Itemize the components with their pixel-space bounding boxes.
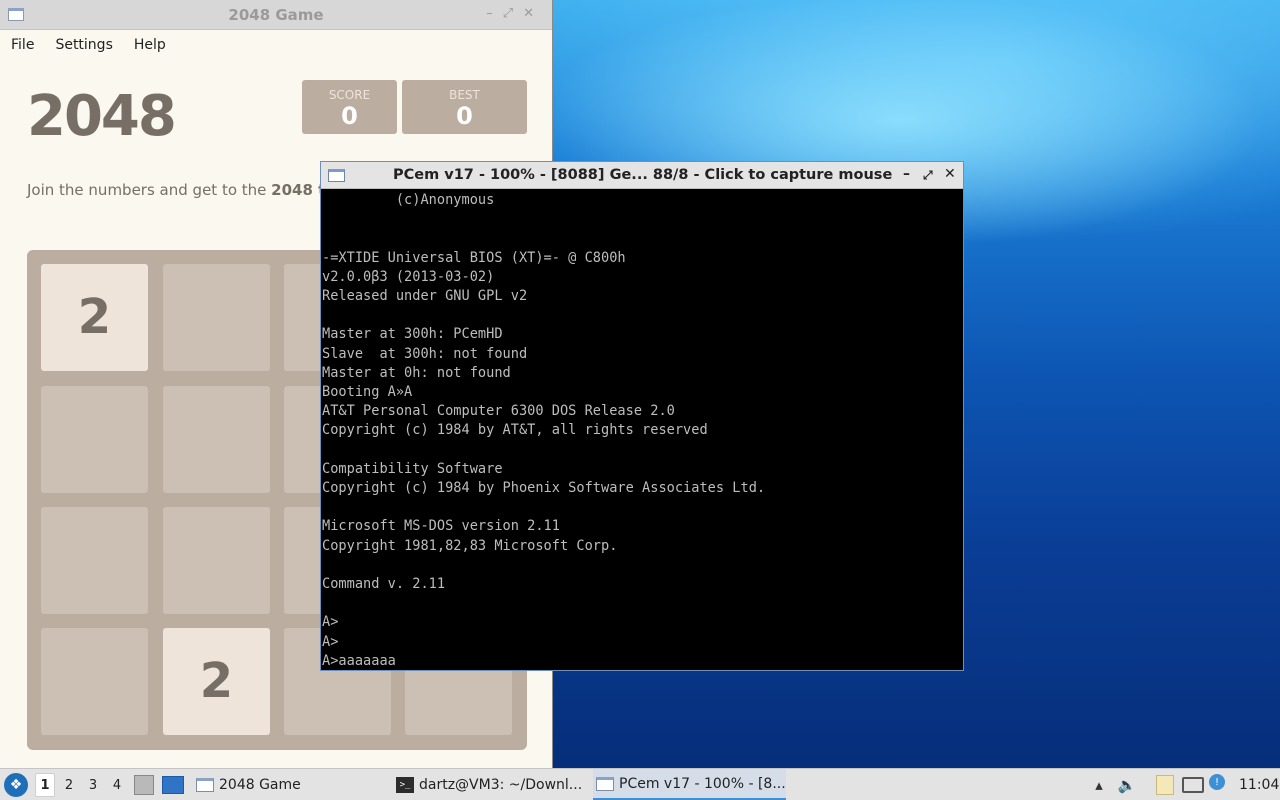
task-2048-game[interactable]: 2048 Game xyxy=(194,769,384,800)
tile-value: 2 xyxy=(199,653,234,709)
board-cell xyxy=(41,507,148,614)
pcem-window-title: PCem v17 - 100% - [8088] Ge... 88/8 - Cl… xyxy=(393,167,893,183)
console-line: A> xyxy=(322,614,339,631)
window-icon xyxy=(328,169,345,182)
console-line: v2.0.0β3 (2013-03-02) xyxy=(322,268,495,285)
clipboard-icon[interactable] xyxy=(1156,775,1174,795)
console-line: -=XTIDE Universal BIOS (XT)=- @ C800h xyxy=(322,249,626,266)
game-window-title: 2048 Game xyxy=(228,6,324,24)
show-desktop-icon[interactable] xyxy=(162,776,184,794)
tile: 2 xyxy=(41,264,148,371)
console-line: Master at 300h: PCemHD xyxy=(322,326,503,343)
board-cell xyxy=(41,628,148,735)
console-line: A> xyxy=(322,633,339,650)
best-box: BEST 0 xyxy=(402,80,527,134)
tile-value: 2 xyxy=(77,289,112,345)
game-window-titlebar[interactable]: 2048 Game –⤢✕ xyxy=(0,0,552,30)
console-line: Released under GNU GPL v2 xyxy=(322,288,528,304)
console-line: Command v. 2.11 xyxy=(322,576,446,592)
tile: 2 xyxy=(163,628,270,735)
intro-plain: Join the numbers and get to the xyxy=(27,181,272,199)
console-line: A>aaaaaaa xyxy=(322,652,396,669)
workspace-4[interactable]: 4 xyxy=(107,773,127,797)
menu-file[interactable]: File xyxy=(11,37,34,53)
window-icon xyxy=(596,776,614,791)
emulator-screen[interactable]: (c)Anonymous -=XTIDE Universal BIOS (XT)=… xyxy=(321,189,963,670)
game-menubar: File Settings Help xyxy=(0,30,552,60)
notification-icon[interactable]: ! xyxy=(1209,774,1225,790)
console-line: Master at 0h: not found xyxy=(322,364,511,381)
task-pcem[interactable]: PCem v17 - 100% - [8... xyxy=(593,769,786,800)
score-box: SCORE 0 xyxy=(302,80,397,134)
workspace-1[interactable]: 1 xyxy=(35,773,55,797)
task-label: PCem v17 - 100% - [8... xyxy=(619,775,786,792)
console-line: Copyright (c) 1984 by Phoenix Software A… xyxy=(322,480,766,496)
task-label: dartz@VM3: ~/Downl... xyxy=(419,777,583,793)
terminal-icon: >_ xyxy=(396,777,414,793)
score-label: SCORE xyxy=(328,88,371,102)
pcem-window: PCem v17 - 100% - [8088] Ge... 88/8 - Cl… xyxy=(320,161,964,671)
console-line: Microsoft MS-DOS version 2.11 xyxy=(322,518,560,535)
intro-text: Join the numbers and get to the 2048 til… xyxy=(27,181,346,199)
close-icon[interactable]: ✕ xyxy=(944,166,956,182)
board-cell xyxy=(163,386,270,493)
best-label: BEST xyxy=(449,88,480,102)
volume-icon[interactable]: 🔈 xyxy=(1117,775,1137,795)
console-line: AT&T Personal Computer 6300 DOS Release … xyxy=(322,403,675,420)
network-icon[interactable] xyxy=(1182,777,1204,793)
clock[interactable]: 11:04 xyxy=(1239,769,1279,800)
console-line: Booting A»A xyxy=(322,384,413,400)
menu-help[interactable]: Help xyxy=(134,37,166,53)
console-line: Slave at 300h: not found xyxy=(322,345,528,362)
console-line: (c)Anonymous xyxy=(322,192,495,208)
file-manager-icon[interactable] xyxy=(134,775,154,795)
window-controls[interactable]: –⤢✕ xyxy=(486,6,544,21)
best-value: 0 xyxy=(456,102,473,130)
board-cell xyxy=(41,386,148,493)
tray-expand-icon[interactable]: ▴ xyxy=(1089,775,1109,795)
board-cell xyxy=(163,507,270,614)
taskbar: ❖ 1 2 3 4 2048 Game >_ dartz@VM3: ~/Down… xyxy=(0,768,1280,800)
maximize-icon[interactable]: ⤢ xyxy=(923,168,933,183)
console-line: Copyright 1981,82,83 Microsoft Corp. xyxy=(322,537,618,554)
console-line: Copyright (c) 1984 by AT&T, all rights r… xyxy=(322,422,708,439)
task-label: 2048 Game xyxy=(219,777,301,793)
score-value: 0 xyxy=(341,102,358,130)
start-menu-icon[interactable]: ❖ xyxy=(4,773,28,797)
window-icon xyxy=(196,778,214,792)
menu-settings[interactable]: Settings xyxy=(55,37,112,53)
minimize-icon[interactable]: – xyxy=(903,166,910,182)
console-line: Compatibility Software xyxy=(322,460,503,477)
workspace-3[interactable]: 3 xyxy=(83,773,103,797)
game-heading: 2048 xyxy=(27,84,177,149)
board-cell xyxy=(163,264,270,371)
pcem-titlebar[interactable]: PCem v17 - 100% - [8088] Ge... 88/8 - Cl… xyxy=(321,162,963,189)
task-terminal[interactable]: >_ dartz@VM3: ~/Downl... xyxy=(394,769,586,800)
workspace-2[interactable]: 2 xyxy=(59,773,79,797)
